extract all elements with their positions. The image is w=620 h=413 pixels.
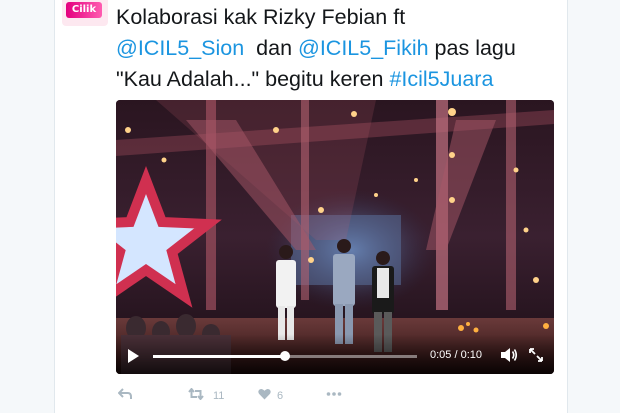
tweet-text: Kolaborasi kak Rizky Febian ft @ICIL5_Sio… <box>116 2 556 95</box>
hashtag-link[interactable]: #Icil5Juara <box>389 67 493 91</box>
more-button[interactable] <box>326 386 346 406</box>
avatar-badge: Cilik <box>66 2 102 18</box>
video-frame <box>116 100 554 374</box>
more-dots-icon <box>326 392 342 396</box>
time-separator: / <box>451 349 461 361</box>
video-player[interactable]: 0:05 / 0:10 <box>116 100 554 374</box>
tweet-text-part2: dan <box>244 36 298 60</box>
fullscreen-icon[interactable] <box>528 347 544 363</box>
volume-icon[interactable] <box>500 347 518 363</box>
like-button[interactable]: 6 <box>258 386 294 406</box>
avatar[interactable]: Cilik <box>62 0 108 26</box>
video-time: 0:05 / 0:10 <box>430 349 482 361</box>
tweet-text-part1: Kolaborasi kak Rizky Febian ft <box>116 5 406 29</box>
mention-fikih-link[interactable]: @ICIL5_Fikih <box>298 36 429 60</box>
retweet-count: 11 <box>213 390 225 402</box>
scrubber-handle[interactable] <box>280 351 290 361</box>
play-icon[interactable] <box>128 349 139 363</box>
tweet-text-part3: pas lagu <box>428 36 516 60</box>
retweet-button[interactable]: 11 <box>188 386 228 406</box>
heart-icon <box>258 388 271 400</box>
video-controls: 0:05 / 0:10 <box>116 334 554 374</box>
scrubber-progress <box>153 355 285 358</box>
reply-button[interactable] <box>118 386 138 406</box>
reply-icon <box>118 388 132 399</box>
elapsed-time: 0:05 <box>430 349 452 361</box>
mention-sion-link[interactable]: @ICIL5_Sion <box>116 36 244 60</box>
tweet-text-part4: "Kau Adalah..." begitu keren <box>116 67 390 91</box>
duration-time: 0:10 <box>460 349 483 361</box>
like-count: 6 <box>277 390 284 402</box>
tweet-actions: 11 6 <box>116 386 376 406</box>
video-scrubber[interactable] <box>153 351 417 361</box>
retweet-icon <box>188 388 204 400</box>
